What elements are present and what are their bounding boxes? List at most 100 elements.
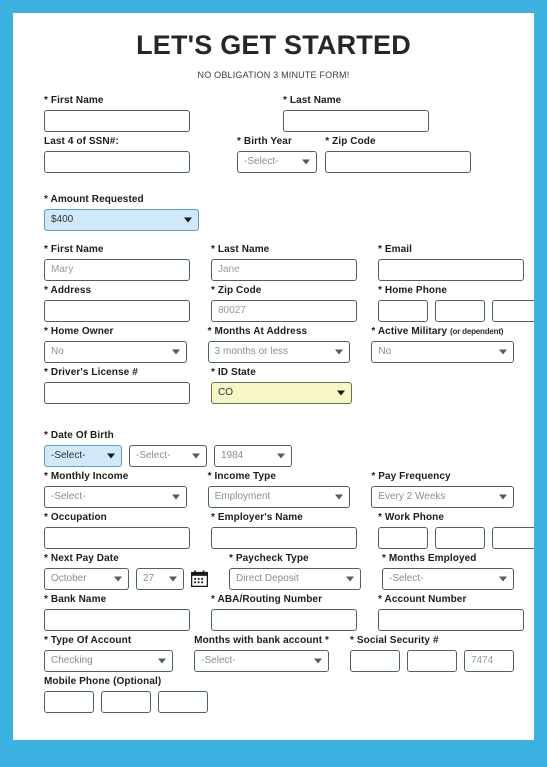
employer-name-input[interactable] — [211, 526, 357, 549]
work-phone-group — [378, 526, 534, 549]
last-name-input-top[interactable] — [283, 109, 429, 132]
id-state-value: CO — [218, 386, 233, 398]
chevron-down-icon — [192, 453, 200, 459]
account-number-input[interactable] — [378, 608, 524, 631]
label-first-name: * First Name — [44, 243, 104, 255]
home-phone-line-input[interactable] — [492, 299, 534, 322]
monthly-income-select[interactable]: -Select- — [44, 485, 187, 508]
field-monthly-income: * Monthly Income -Select- — [44, 470, 187, 508]
home-phone-area-input[interactable] — [378, 299, 428, 322]
section-gap-3 — [13, 407, 534, 429]
chevron-down-icon — [499, 349, 508, 355]
first-name-input-top[interactable] — [44, 109, 190, 132]
field-last-name-top: * Last Name — [283, 94, 514, 132]
dob-month-select[interactable]: -Select- — [44, 444, 122, 467]
label-address: * Address — [44, 284, 92, 296]
field-social-security: * Social Security # — [350, 634, 514, 672]
field-home-owner: * Home Owner No — [44, 325, 187, 363]
field-drivers-license: * Driver's License # — [44, 366, 190, 404]
type-of-account-select[interactable]: Checking — [44, 649, 174, 672]
type-of-account-value: Checking — [51, 654, 93, 666]
mobile-phone-prefix-input[interactable] — [101, 690, 151, 713]
chevron-down-icon — [335, 494, 344, 500]
months-employed-select[interactable]: -Select- — [382, 567, 514, 590]
chevron-down-icon — [184, 217, 192, 223]
field-account-number: * Account Number — [378, 593, 524, 631]
label-aba-routing: * ABA/Routing Number — [211, 593, 323, 605]
label-type-of-account: * Type Of Account — [44, 634, 132, 646]
form-header: LET'S GET STARTED NO OBLIGATION 3 MINUTE… — [13, 13, 534, 79]
address-input[interactable] — [44, 299, 190, 322]
form-card: LET'S GET STARTED NO OBLIGATION 3 MINUTE… — [13, 13, 534, 740]
work-phone-line-input[interactable] — [492, 526, 534, 549]
zip-code-input-top[interactable] — [325, 150, 472, 173]
chevron-down-icon — [158, 658, 167, 664]
aba-routing-input[interactable] — [211, 608, 357, 631]
chevron-down-icon — [277, 453, 285, 459]
pay-frequency-select[interactable]: Every 2 Weeks — [371, 485, 515, 508]
chevron-down-icon — [171, 494, 180, 500]
label-active-military: * Active Military (or dependent) — [371, 325, 514, 338]
field-birth-year: * Birth Year -Select- — [237, 135, 318, 173]
chevron-down-icon — [337, 390, 345, 396]
months-with-bank-value: -Select- — [201, 654, 236, 666]
income-type-value: Employment — [214, 490, 271, 502]
field-pay-frequency: * Pay Frequency Every 2 Weeks — [371, 470, 515, 508]
amount-requested-select[interactable]: $400 — [44, 208, 199, 231]
mobile-phone-line-input[interactable] — [158, 690, 208, 713]
social-security-group — [350, 649, 514, 672]
active-military-value: No — [378, 345, 392, 357]
last-name-input[interactable] — [211, 258, 357, 281]
months-at-address-select[interactable]: 3 months or less — [207, 340, 351, 363]
field-amount-requested: * Amount Requested $400 — [44, 193, 199, 231]
chevron-down-icon — [107, 453, 115, 459]
row-address-zip-phone: * Address * Zip Code * Home Phone — [13, 284, 534, 322]
chevron-down-icon — [114, 576, 122, 582]
field-bank-name: * Bank Name — [44, 593, 190, 631]
label-months-at-address: * Months At Address — [207, 325, 308, 337]
field-active-military: * Active Military (or dependent) No — [371, 325, 515, 363]
dob-day-select[interactable]: -Select- — [129, 444, 207, 467]
dob-year-select[interactable]: 1984 — [214, 444, 292, 467]
ssn-part2-input[interactable] — [407, 649, 457, 672]
months-with-bank-select[interactable]: -Select- — [194, 649, 329, 672]
home-owner-select[interactable]: No — [44, 340, 187, 363]
field-aba-routing: * ABA/Routing Number — [211, 593, 357, 631]
home-phone-prefix-input[interactable] — [435, 299, 485, 322]
drivers-license-input[interactable] — [44, 381, 190, 404]
field-months-with-bank: Months with bank account * -Select- — [194, 634, 329, 672]
section-gap-2 — [13, 234, 534, 243]
field-income-type: * Income Type Employment — [207, 470, 351, 508]
label-work-phone: * Work Phone — [378, 511, 445, 523]
email-input[interactable] — [378, 258, 524, 281]
first-name-input[interactable] — [44, 258, 190, 281]
birth-year-select[interactable]: -Select- — [237, 150, 318, 173]
ssn-last4-input[interactable] — [44, 150, 190, 173]
row-owner-months-military: * Home Owner No * Months At Address 3 mo… — [13, 325, 534, 363]
active-military-select[interactable]: No — [371, 340, 515, 363]
next-pay-date-month-select[interactable]: October — [44, 567, 129, 590]
row-name-top: * First Name * Last Name — [13, 94, 534, 132]
label-mobile-phone: Mobile Phone (Optional) — [44, 675, 162, 687]
zip-code-input[interactable] — [211, 299, 357, 322]
page-title: LET'S GET STARTED — [136, 30, 411, 60]
occupation-input[interactable] — [44, 526, 190, 549]
calendar-icon[interactable] — [191, 570, 208, 588]
mobile-phone-area-input[interactable] — [44, 690, 94, 713]
paycheck-type-select[interactable]: Direct Deposit — [229, 567, 361, 590]
label-social-security: * Social Security # — [350, 634, 439, 646]
field-occupation: * Occupation — [44, 511, 190, 549]
dob-year-value: 1984 — [221, 449, 244, 461]
label-last-name: * Last Name — [211, 243, 270, 255]
work-phone-area-input[interactable] — [378, 526, 428, 549]
next-pay-date-day-value: 27 — [143, 572, 155, 584]
next-pay-date-day-select[interactable]: 27 — [136, 567, 184, 590]
bank-name-input[interactable] — [44, 608, 190, 631]
id-state-select[interactable]: CO — [211, 381, 352, 404]
income-type-select[interactable]: Employment — [207, 485, 351, 508]
row-amount-requested: * Amount Requested $400 — [13, 193, 534, 231]
field-work-phone: * Work Phone — [378, 511, 534, 549]
ssn-part1-input[interactable] — [350, 649, 400, 672]
work-phone-prefix-input[interactable] — [435, 526, 485, 549]
ssn-part3-input[interactable] — [464, 649, 514, 672]
